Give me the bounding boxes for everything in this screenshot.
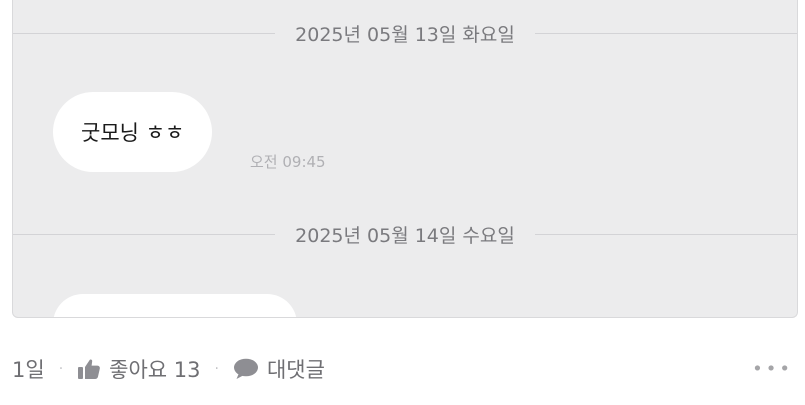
- separator-dot: ·: [214, 361, 219, 377]
- like-button[interactable]: 좋아요 13: [77, 354, 201, 384]
- reply-button[interactable]: 대댓글: [233, 354, 325, 384]
- message-bubble-partial[interactable]: [53, 294, 297, 317]
- more-options-button[interactable]: •••: [752, 359, 793, 380]
- comment-actions-bar: 1일 · 좋아요 13 · 대댓글 •••: [12, 346, 793, 392]
- date-separator: 2025년 05월 13일 화요일: [13, 18, 797, 48]
- message-bubble[interactable]: 굿모닝 ㅎㅎ: [53, 92, 213, 172]
- message-text: 굿모닝 ㅎㅎ: [81, 121, 185, 145]
- speech-bubble-icon: [233, 358, 259, 380]
- separator-dot: ·: [58, 361, 64, 377]
- reply-label: 대댓글: [266, 358, 325, 382]
- like-label: 좋아요 13: [109, 358, 201, 382]
- divider: [13, 32, 276, 34]
- date-label: 2025년 05월 13일 화요일: [295, 23, 515, 46]
- chat-preview-panel[interactable]: 2025년 05월 13일 화요일 굿모닝 ㅎㅎ 오전 09:45 2025년 …: [12, 0, 798, 318]
- comment-age: 1일: [12, 358, 45, 382]
- message-time: 오전 09:45: [250, 153, 326, 171]
- divider: [13, 233, 276, 235]
- divider: [534, 233, 797, 235]
- divider: [534, 32, 797, 34]
- date-label: 2025년 05월 14일 수요일: [295, 224, 515, 247]
- thumbs-up-icon: [77, 358, 101, 380]
- date-separator: 2025년 05월 14일 수요일: [13, 219, 797, 249]
